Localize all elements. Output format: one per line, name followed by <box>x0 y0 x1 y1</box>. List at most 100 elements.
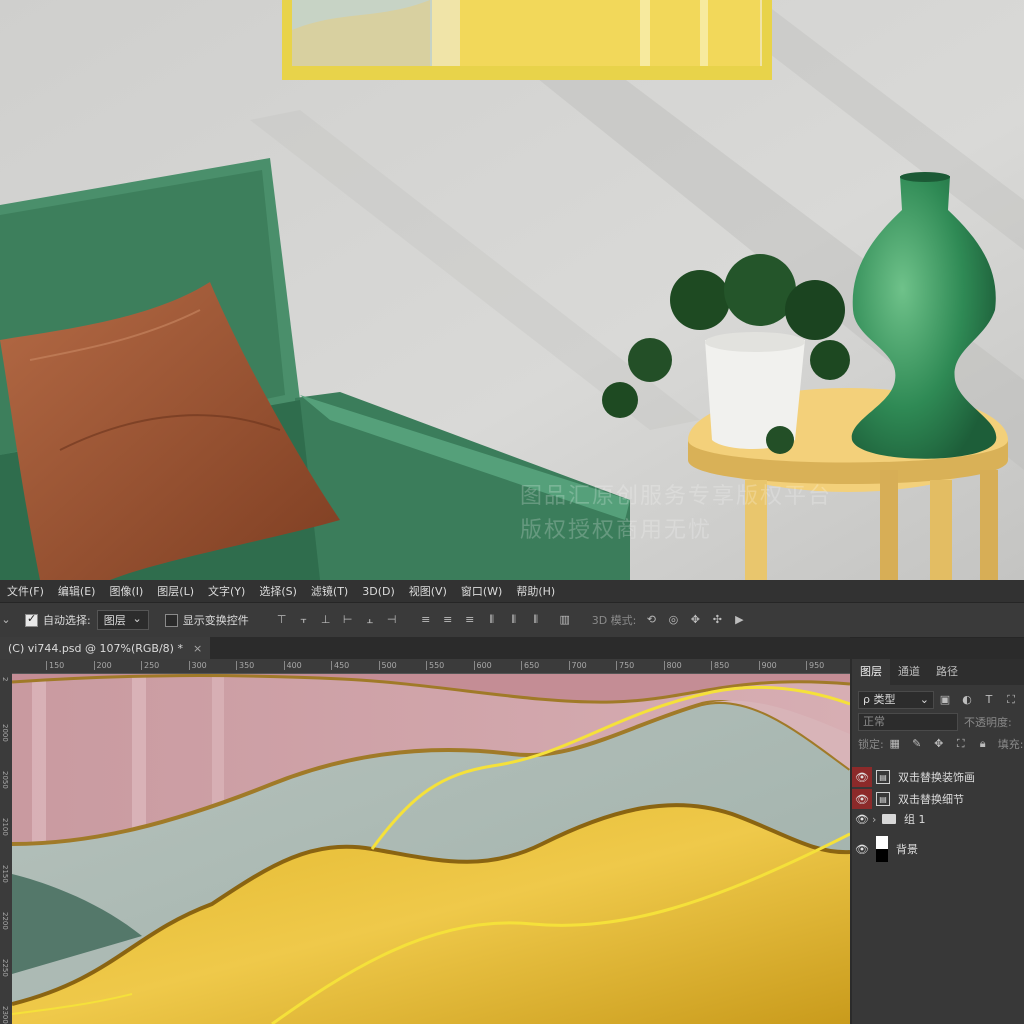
menu-edit[interactable]: 编辑(E) <box>51 583 103 599</box>
menu-select[interactable]: 选择(S) <box>252 583 304 599</box>
menu-window[interactable]: 窗口(W) <box>454 583 509 599</box>
ruler-tick-label: 550 <box>426 661 444 670</box>
filter-adjust-icon[interactable]: ◐ <box>961 694 973 706</box>
orbit-3d-icon[interactable]: ⟲ <box>645 614 657 626</box>
layer-row[interactable]: 👁︎ ▤ 双击替换装饰画 <box>852 767 1024 787</box>
lock-pixels-icon[interactable]: ▦ <box>889 738 901 750</box>
align-top-icon[interactable]: ⊤ <box>276 614 288 626</box>
tab-paths[interactable]: 路径 <box>928 659 966 685</box>
show-transform-checkbox[interactable] <box>164 613 178 627</box>
document-canvas[interactable] <box>12 674 850 1024</box>
ruler-tick-label: 2200 <box>1 912 9 930</box>
align-left-icon[interactable]: ⊢ <box>342 614 354 626</box>
menu-layer[interactable]: 图层(L) <box>150 583 201 599</box>
watermark-line-2: 版权授权商用无忧 <box>520 518 713 543</box>
align-right-icon[interactable]: ⊣ <box>386 614 398 626</box>
menu-view[interactable]: 视图(V) <box>402 583 454 599</box>
ruler-corner <box>0 659 12 673</box>
watermark-line-1: 图品汇原创服务专享版权平台 <box>520 484 833 509</box>
tool-preset-chevron-icon[interactable]: ⌄ <box>0 614 12 626</box>
filter-shape-icon[interactable]: ⛶ <box>1005 694 1017 706</box>
roll-3d-icon[interactable]: ◎ <box>667 614 679 626</box>
layer-name: 双击替换装饰画 <box>898 771 975 784</box>
distribute-top-icon[interactable]: ≡ <box>420 614 432 626</box>
distribute-hcenter-icon[interactable]: ⦀ <box>508 614 520 626</box>
document-tab-bar: (C) vi744.psd @ 107%(RGB/8) * × <box>0 637 850 659</box>
ruler-tick-label: 2300 <box>1 1006 9 1024</box>
ruler-tick-label: 950 <box>806 661 824 670</box>
tab-layers[interactable]: 图层 <box>852 659 890 685</box>
menu-help[interactable]: 帮助(H) <box>509 583 562 599</box>
ruler-tick-label: 600 <box>473 661 492 670</box>
show-transform-option[interactable]: 显示变换控件 <box>164 612 249 628</box>
ruler-tick-label: 900 <box>758 661 777 670</box>
ruler-tick-label: 250 <box>141 661 159 670</box>
options-bar: ⌄ 自动选择: 图层 ⌄ 显示变换控件 ⊤ ⫟ ⊥ ⊢ ⫠ ⊣ ≡ ≡ ≡ ⦀ … <box>0 602 1024 638</box>
distribute-vcenter-icon[interactable]: ≡ <box>442 614 454 626</box>
layer-name: 背景 <box>896 843 918 856</box>
slide-3d-icon[interactable]: ✣ <box>711 614 723 626</box>
drag-3d-icon[interactable]: ✥ <box>689 614 701 626</box>
auto-select-option[interactable]: 自动选择: <box>25 612 91 628</box>
folder-icon <box>882 814 896 824</box>
ruler-tick-label: 2150 <box>1 865 9 883</box>
eye-icon[interactable]: 👁︎ <box>852 789 872 809</box>
layer-name: 双击替换细节 <box>898 793 964 806</box>
chevron-down-icon: ⌄ <box>132 612 142 625</box>
layer-row[interactable]: 👁︎ ▤ 双击替换细节 <box>852 789 1024 809</box>
layer-row[interactable]: 👁︎ 背景 <box>852 835 1024 863</box>
ruler-tick-label: 400 <box>283 661 302 670</box>
menu-3d[interactable]: 3D(D) <box>355 585 402 598</box>
filter-image-icon[interactable]: ▣ <box>939 694 951 706</box>
eye-icon[interactable]: 👁︎ <box>852 767 872 787</box>
artwork <box>12 674 850 1024</box>
distribute-left-icon[interactable]: ⦀ <box>486 614 498 626</box>
layers-panel: 图层 通道 路径 ρ 类型 ⌄ ▣ ◐ T ⛶ 正常 不透明度: 锁定: ▦ ✎… <box>852 659 1024 1024</box>
document-tab[interactable]: (C) vi744.psd @ 107%(RGB/8) * × <box>0 637 211 659</box>
mode-3d-label: 3D 模式: <box>591 614 637 627</box>
chevron-right-icon[interactable]: › <box>872 813 882 826</box>
menu-filter[interactable]: 滤镜(T) <box>304 583 355 599</box>
menu-image[interactable]: 图像(I) <box>102 583 150 599</box>
auto-select-checkbox[interactable] <box>25 612 38 627</box>
menu-type[interactable]: 文字(Y) <box>201 583 252 599</box>
ruler-tick-label: 2000 <box>1 724 9 742</box>
ruler-tick-label: 350 <box>236 661 254 670</box>
lock-all-icon[interactable]: 🔒︎ <box>977 738 989 750</box>
fill-label: 填充: <box>997 738 1024 751</box>
align-hcenter-icon[interactable]: ⫠ <box>364 614 376 626</box>
align-group: ⊤ ⫟ ⊥ ⊢ ⫠ ⊣ <box>271 614 403 626</box>
camera-3d-icon[interactable]: ▶ <box>733 614 745 626</box>
distribute-group: ≡ ≡ ≡ ⦀ ⦀ ⦀ ▥ <box>415 614 576 626</box>
ruler-tick-label: 500 <box>378 661 397 670</box>
distribute-bottom-icon[interactable]: ≡ <box>464 614 476 626</box>
ruler-tick-label: 150 <box>46 661 64 670</box>
auto-align-icon[interactable]: ▥ <box>559 614 571 626</box>
ruler-tick-label: 2050 <box>1 771 9 789</box>
blend-row: 正常 不透明度: <box>852 711 1024 733</box>
lock-artboard-icon[interactable]: ⛶ <box>955 738 967 750</box>
layer-filter-dropdown[interactable]: ρ 类型 ⌄ <box>858 691 934 709</box>
blend-mode-dropdown[interactable]: 正常 <box>858 713 958 731</box>
smart-object-icon: ▤ <box>876 770 890 784</box>
tab-channels[interactable]: 通道 <box>890 659 928 685</box>
ruler-tick-label: 650 <box>521 661 539 670</box>
ruler-tick-label: 450 <box>331 661 349 670</box>
horizontal-ruler[interactable]: 150 200 250 300 350 400 450 500 550 600 650 700 750 8… <box>12 659 850 674</box>
align-vcenter-icon[interactable]: ⫟ <box>298 614 310 626</box>
layer-filter-row: ρ 类型 ⌄ ▣ ◐ T ⛶ <box>852 689 1024 711</box>
filter-type-icon[interactable]: T <box>983 694 995 706</box>
eye-icon[interactable]: 👁︎ <box>852 839 872 859</box>
layer-row[interactable]: 👁︎ › 组 1 <box>852 809 1024 829</box>
ruler-tick-label: 700 <box>568 661 587 670</box>
wall-frame <box>282 0 772 80</box>
distribute-right-icon[interactable]: ⦀ <box>530 614 542 626</box>
close-icon[interactable]: × <box>193 642 202 655</box>
lock-brush-icon[interactable]: ✎ <box>911 738 923 750</box>
eye-icon[interactable]: 👁︎ <box>852 809 872 829</box>
align-bottom-icon[interactable]: ⊥ <box>320 614 332 626</box>
auto-select-dropdown[interactable]: 图层 ⌄ <box>96 610 149 630</box>
ruler-tick-label: 800 <box>663 661 682 670</box>
menu-file[interactable]: 文件(F) <box>0 583 51 599</box>
lock-move-icon[interactable]: ✥ <box>933 738 945 750</box>
